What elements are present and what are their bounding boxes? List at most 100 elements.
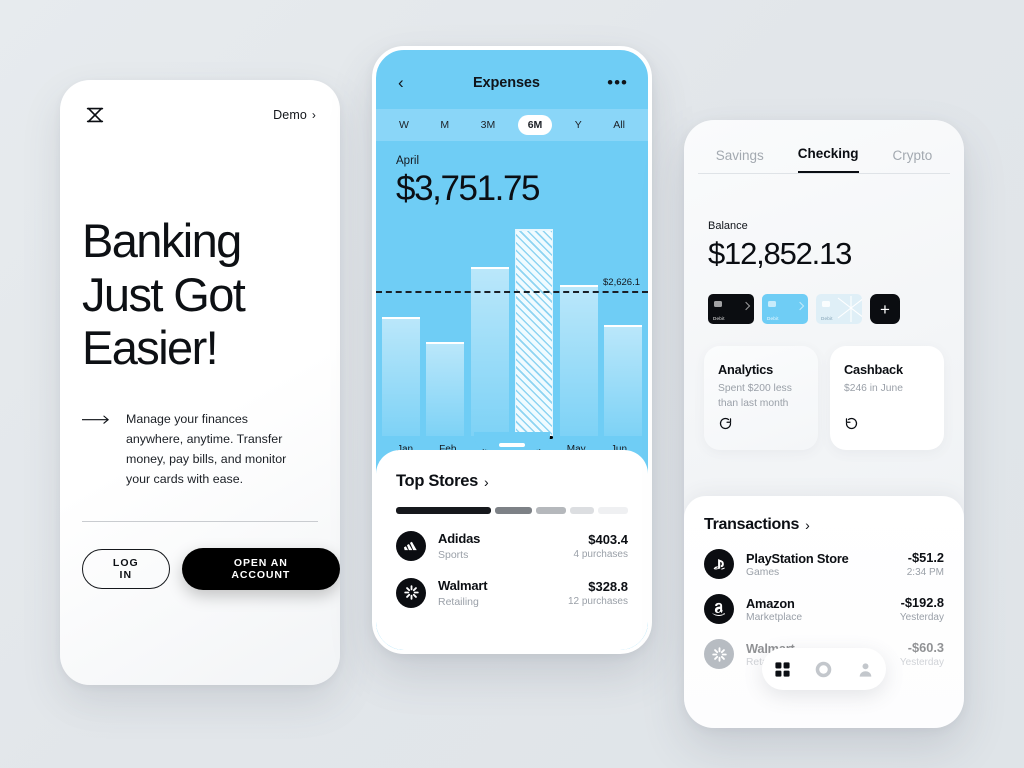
- range-tab-3m[interactable]: 3M: [472, 115, 505, 135]
- add-card-button[interactable]: +: [870, 294, 900, 324]
- transaction-amount-block: -$192.8 Yesterday: [900, 595, 944, 623]
- phone1-topbar: Demo ›: [60, 80, 340, 126]
- transaction-amount: -$51.2: [907, 550, 944, 565]
- card-chip-debit-pale[interactable]: Debit: [816, 294, 862, 324]
- design-canvas: Demo › Banking Just Got Easier! Manage y…: [0, 0, 1024, 768]
- sheet-notch-background: [474, 432, 550, 450]
- store-info: Adidas Sports: [438, 530, 574, 561]
- description-text: Manage your finances anywhere, anytime. …: [126, 411, 287, 487]
- undo-arrow-icon: [844, 416, 930, 436]
- table-row[interactable]: Amazon Marketplace -$192.8 Yesterday: [704, 594, 944, 624]
- range-tab-y[interactable]: Y: [566, 115, 591, 135]
- segment-2: [495, 507, 532, 514]
- segment-4: [570, 507, 594, 514]
- phone1-description: Manage your finances anywhere, anytime. …: [81, 409, 318, 489]
- bar-fill: [559, 285, 598, 436]
- phone-expenses-screen: ‹ Expenses ••• W M 3M 6M Y All April $3,…: [372, 46, 652, 654]
- person-icon[interactable]: [857, 661, 874, 678]
- transactions-header[interactable]: Transactions ›: [704, 516, 944, 534]
- phone-accounts-screen: Savings Checking Crypto Balance $12,852.…: [684, 120, 964, 728]
- contactless-icon: [741, 301, 751, 311]
- tab-checking[interactable]: Checking: [797, 146, 859, 173]
- range-tab-m[interactable]: M: [431, 115, 458, 135]
- top-stores-label: Top Stores: [396, 472, 478, 490]
- table-row[interactable]: PlayStation Store Games -$51.2 2:34 PM: [704, 549, 944, 579]
- balance-amount: $12,852.13: [708, 236, 852, 271]
- headline-line-2: Just Got: [82, 267, 246, 321]
- headline-line-3: Easier!: [82, 321, 219, 375]
- demo-label: Demo: [273, 108, 307, 122]
- account-tab-bar: Savings Checking Crypto: [684, 120, 964, 173]
- bottom-nav-bar: [762, 648, 886, 690]
- bar-fill: [603, 325, 642, 436]
- long-right-arrow-icon: [81, 409, 110, 489]
- card-chip-icon: [768, 301, 776, 307]
- chart-bar-jan[interactable]: [382, 317, 420, 436]
- store-amount: $403.4: [588, 531, 628, 547]
- amazon-logo-icon: [704, 594, 734, 624]
- transaction-info: PlayStation Store Games: [746, 551, 907, 578]
- analytics-subtitle: Spent $200 less than last month: [718, 383, 792, 409]
- cashback-card[interactable]: Cashback $246 in June: [830, 346, 944, 450]
- transaction-amount: -$60.3: [907, 640, 944, 655]
- bar-fill: [426, 342, 465, 436]
- card-label: Debit: [821, 316, 833, 321]
- analytics-card[interactable]: Analytics Spent $200 less than last mont…: [704, 346, 818, 450]
- range-tab-w[interactable]: W: [390, 115, 418, 135]
- card-pattern-icon: [837, 296, 862, 322]
- expenses-amount: $3,751.75: [396, 169, 541, 208]
- tab-savings[interactable]: Savings: [716, 148, 764, 173]
- store-amount: $328.8: [588, 578, 628, 594]
- list-item[interactable]: Walmart Retailing $328.8 12 purchases: [396, 577, 628, 608]
- chart-bar-apr[interactable]: [515, 229, 554, 439]
- bar-fill: [515, 229, 554, 436]
- phone-onboarding-screen: Demo › Banking Just Got Easier! Manage y…: [60, 80, 340, 685]
- range-tab-all[interactable]: All: [604, 115, 634, 135]
- chart-bars: [376, 221, 648, 439]
- back-icon[interactable]: ‹: [394, 72, 408, 93]
- chart-bar-jun[interactable]: [603, 325, 642, 436]
- chart-bar-feb[interactable]: [426, 342, 465, 436]
- circle-icon[interactable]: [815, 661, 832, 678]
- store-amount-block: $328.8 12 purchases: [568, 579, 628, 607]
- balance-label: Balance: [708, 220, 748, 232]
- transaction-category: Games: [746, 566, 780, 578]
- sheet-drag-handle[interactable]: [499, 443, 525, 447]
- expenses-bar-chart: $2,626.1: [376, 221, 648, 439]
- store-name: Walmart: [438, 578, 488, 593]
- top-stores-segment-bar: [396, 507, 628, 514]
- transaction-name: Amazon: [746, 595, 795, 611]
- transaction-info: Amazon Marketplace: [746, 596, 900, 623]
- transaction-amount-block: -$51.2 2:34 PM: [907, 550, 944, 578]
- average-value-label: $2,626.1: [603, 277, 640, 288]
- store-info: Walmart Retailing: [438, 577, 568, 608]
- card-chip-debit-dark[interactable]: Debit: [708, 294, 754, 324]
- bar-fill: [382, 317, 420, 436]
- cashback-title: Cashback: [844, 362, 903, 377]
- open-an-account-button[interactable]: OPEN AN ACCOUNT: [181, 548, 340, 591]
- adidas-logo-icon: [396, 530, 426, 561]
- transaction-amount: -$192.8: [900, 595, 944, 610]
- log-in-button[interactable]: LOG IN: [82, 549, 170, 590]
- transaction-time: Yesterday: [899, 657, 944, 668]
- playstation-logo-icon: [704, 549, 734, 579]
- chart-bar-may[interactable]: [559, 285, 598, 436]
- tab-crypto[interactable]: Crypto: [893, 148, 933, 173]
- headline-line-1: Banking: [82, 214, 242, 267]
- store-purchase-count: 12 purchases: [567, 595, 628, 607]
- list-item[interactable]: Adidas Sports $403.4 4 purchases: [396, 530, 628, 561]
- store-purchase-count: 4 purchases: [573, 548, 628, 560]
- segment-5: [597, 507, 628, 514]
- transaction-time: Yesterday: [899, 612, 944, 623]
- grid-icon[interactable]: [774, 661, 791, 678]
- average-dashed-line: [376, 291, 648, 293]
- segment-3: [535, 507, 566, 514]
- top-stores-header[interactable]: Top Stores ›: [396, 472, 628, 491]
- store-name: Adidas: [438, 531, 481, 546]
- hourglass-x-logo-icon: [84, 104, 106, 126]
- card-chip-debit-blue[interactable]: Debit: [762, 294, 808, 324]
- more-options-icon[interactable]: •••: [605, 74, 630, 91]
- range-tab-6m[interactable]: 6M: [517, 115, 553, 135]
- refresh-circle-icon: [718, 416, 804, 436]
- demo-link[interactable]: Demo ›: [273, 108, 316, 122]
